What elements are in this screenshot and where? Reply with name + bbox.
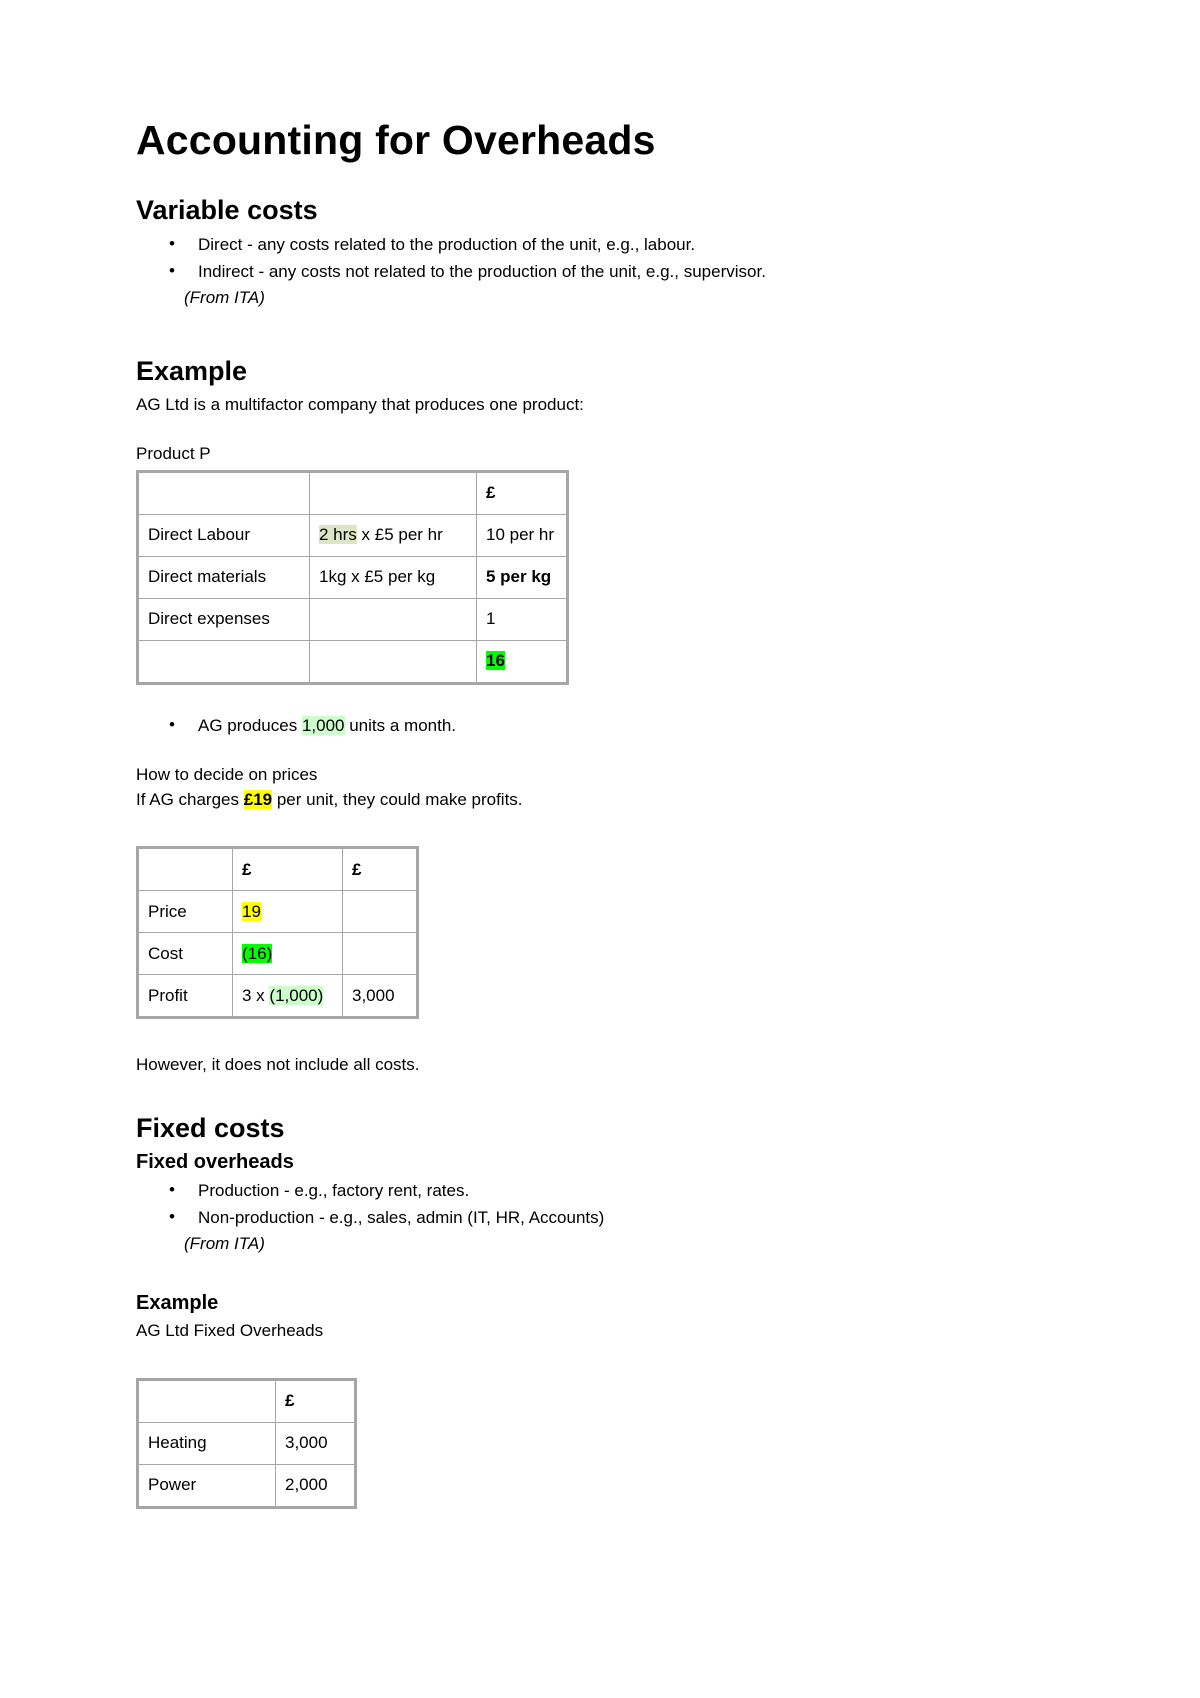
cell-currency-header: £ xyxy=(476,470,568,515)
cell-amount: 2,000 xyxy=(275,1463,356,1508)
table-row: Direct Labour 2 hrs x £5 per hr 10 per h… xyxy=(137,513,568,557)
pricing-closing-note: However, it does not include all costs. xyxy=(136,1055,420,1075)
cell-calculation xyxy=(309,597,477,641)
heading-variable-costs: Variable costs xyxy=(136,194,318,225)
table-row: Cost (16) xyxy=(137,932,418,976)
highlighted-total: 16 xyxy=(486,650,505,670)
list-item: Production - e.g., factory rent, rates. xyxy=(169,1177,1060,1205)
units-before-text: AG produces xyxy=(198,715,302,735)
cell-amount: 3,000 xyxy=(275,1421,356,1465)
cell-empty xyxy=(137,470,310,515)
table-row: Profit 3 x (1,000) 3,000 xyxy=(137,974,418,1019)
cell-row-label: Direct expenses xyxy=(137,597,310,641)
product-p-table: £ Direct Labour 2 hrs x £5 per hr 10 per… xyxy=(136,469,569,685)
list-item: Non-production - e.g., sales, admin (IT,… xyxy=(169,1204,1060,1232)
pricing-before-text: If AG charges xyxy=(136,789,244,809)
example-1-intro: AG Ltd is a multifactor company that pro… xyxy=(136,395,584,415)
cell-row-label: Price xyxy=(137,890,233,934)
cell-row-label: Cost xyxy=(137,932,233,976)
heading-example-2: Example xyxy=(136,1291,219,1314)
cell-row-label: Heating xyxy=(137,1421,276,1465)
heading-fixed-costs: Fixed costs xyxy=(136,1112,285,1143)
list-item: Indirect - any costs not related to the … xyxy=(169,258,1060,286)
table-row-header: £ £ xyxy=(137,847,418,892)
cell-total-amount: 16 xyxy=(476,639,568,684)
cell-amount: 10 per hr xyxy=(476,513,568,557)
highlighted-hours: 2 hrs xyxy=(319,524,357,544)
cell-calculation: 2 hrs x £5 per hr xyxy=(309,513,477,557)
page-title: Accounting for Overheads xyxy=(136,117,656,163)
pricing-line-1: How to decide on prices xyxy=(136,765,318,785)
cell-currency-header: £ xyxy=(232,847,343,892)
list-item: Direct - any costs related to the produc… xyxy=(169,231,1060,259)
cell-empty xyxy=(137,1378,276,1423)
cell-empty xyxy=(309,639,477,684)
cell-row-label: Direct Labour xyxy=(137,513,310,557)
calculation-rest: x £5 per hr xyxy=(356,524,443,544)
cell-empty xyxy=(342,932,418,976)
list-item: AG produces 1,000 units a month. xyxy=(169,712,1060,740)
table-row: Heating 3,000 xyxy=(137,1421,356,1465)
table-row: Direct materials 1kg x £5 per kg 5 per k… xyxy=(137,555,568,599)
table-row: Price 19 xyxy=(137,890,418,934)
cell-row-label: Power xyxy=(137,1463,276,1508)
cell-price-value: 19 xyxy=(232,890,343,934)
fixed-overheads-table: £ Heating 3,000 Power 2,000 xyxy=(136,1377,357,1509)
highlighted-cost-value: (16) xyxy=(242,943,273,963)
highlighted-price: £19 xyxy=(243,789,273,809)
pricing-line-2: If AG charges £19 per unit, they could m… xyxy=(136,788,1060,813)
table-row: Power 2,000 xyxy=(137,1463,356,1508)
table-row: Direct expenses 1 xyxy=(137,597,568,641)
pricing-after-text: per unit, they could make profits. xyxy=(272,789,523,809)
table-row-header: £ xyxy=(137,470,568,515)
highlighted-units-value: 1,000 xyxy=(301,715,345,735)
table-row-total: 16 xyxy=(137,639,568,684)
table-caption-product-p: Product P xyxy=(136,443,211,463)
profit-calculation-table: £ £ Price 19 Cost (16) Profit 3 x (1,000… xyxy=(136,846,419,1020)
cell-empty xyxy=(342,890,418,934)
cell-empty xyxy=(137,639,310,684)
cell-currency-header: £ xyxy=(275,1378,356,1423)
highlighted-price-value: 19 xyxy=(242,901,261,921)
production-volume-bullet-list: AG produces 1,000 units a month. xyxy=(136,712,1060,740)
highlighted-units: (1,000) xyxy=(269,985,324,1005)
source-note-fixed-costs: (From ITA) xyxy=(184,1234,265,1254)
table-row-header: £ xyxy=(137,1378,356,1423)
cell-row-label: Profit xyxy=(137,974,233,1019)
profit-multiplier: 3 x xyxy=(242,985,270,1005)
cell-amount: 1 xyxy=(476,597,568,641)
heading-example-1: Example xyxy=(136,355,248,386)
example-2-intro: AG Ltd Fixed Overheads xyxy=(136,1320,324,1340)
cell-amount: 5 per kg xyxy=(476,555,568,599)
cell-profit-calc: 3 x (1,000) xyxy=(232,974,343,1019)
cell-empty xyxy=(309,470,477,515)
cell-calculation: 1kg x £5 per kg xyxy=(309,555,477,599)
source-note-variable-costs: (From ITA) xyxy=(184,288,265,308)
document-page: Accounting for Overheads Variable costs … xyxy=(0,0,1200,1698)
units-after-text: units a month. xyxy=(344,715,457,735)
variable-costs-bullet-list: Direct - any costs related to the produc… xyxy=(136,231,1060,286)
cell-currency-header: £ xyxy=(342,847,418,892)
cell-row-label: Direct materials xyxy=(137,555,310,599)
cell-cost-value: (16) xyxy=(232,932,343,976)
cell-empty xyxy=(137,847,233,892)
fixed-overheads-bullet-list: Production - e.g., factory rent, rates. … xyxy=(136,1177,1060,1232)
cell-profit-total: 3,000 xyxy=(342,974,418,1019)
subheading-fixed-overheads: Fixed overheads xyxy=(136,1151,294,1174)
